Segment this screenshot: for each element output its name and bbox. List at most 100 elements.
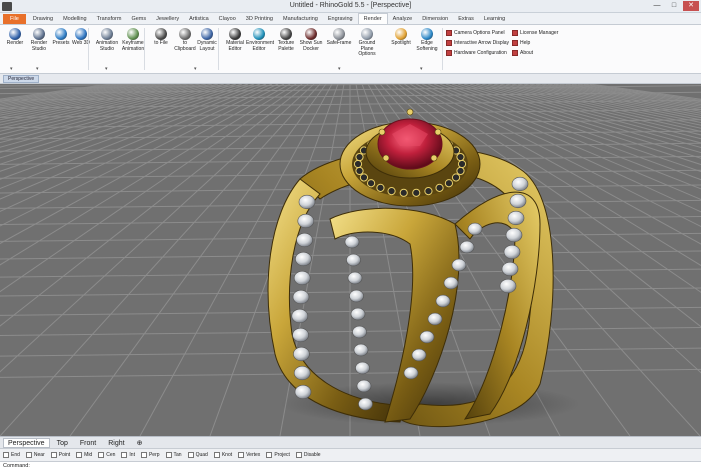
osnap-label: Vertex	[246, 452, 261, 458]
osnap-disable[interactable]: Disable	[295, 452, 321, 458]
halo-bead	[451, 173, 461, 182]
viewport-render	[0, 84, 701, 436]
close-button[interactable]: ✕	[683, 1, 699, 11]
checkbox[interactable]	[3, 452, 9, 458]
texture-palette-button[interactable]: Texture Palette	[273, 28, 299, 52]
tab-extras[interactable]: Extras	[453, 14, 479, 24]
keyframe-animation-button[interactable]: Keyframe Animation	[120, 28, 146, 52]
ribbon-button-label: Ground Plane Options	[358, 40, 376, 58]
view-tab-perspective[interactable]: Perspective	[3, 437, 50, 448]
tab-artistica[interactable]: Artistica	[184, 14, 214, 24]
checkbox[interactable]	[213, 452, 220, 458]
ribbon-group-separator	[442, 28, 443, 70]
osnap-point[interactable]: Point	[50, 452, 70, 458]
osnap-end[interactable]: End	[3, 452, 20, 458]
environment-editor-button[interactable]: Environment Editor	[246, 28, 274, 52]
ribbon-button-label: Web 3D	[72, 40, 90, 46]
ribbon-group-expand-icon[interactable]: ▾	[36, 66, 39, 72]
osnap-int[interactable]: Int	[121, 452, 135, 458]
animation-studio-button[interactable]: Animation Studio	[94, 28, 120, 52]
osnap-near[interactable]: Near	[25, 452, 45, 458]
osnap-project[interactable]: Project	[266, 452, 290, 458]
material-editor-button[interactable]: Material Editor	[222, 28, 248, 52]
about-button[interactable]: About	[512, 48, 558, 58]
command-line[interactable]: Command:	[0, 461, 701, 471]
checkbox[interactable]	[98, 452, 105, 458]
ribbon-button-label: Spotlight	[391, 40, 411, 46]
ribbon-group-expand-icon[interactable]: ▾	[420, 66, 423, 72]
spotlight-button[interactable]: Spotlight	[388, 28, 414, 47]
osnap-mid[interactable]: Mid	[76, 452, 92, 458]
minimize-button[interactable]: —	[649, 1, 665, 11]
command-label: License Manager	[520, 30, 559, 36]
interactive-arrow-display-button[interactable]: Interactive Arrow Display	[446, 38, 509, 48]
safeframe-button[interactable]: SafeFrame	[326, 28, 352, 47]
checkbox[interactable]	[121, 452, 128, 458]
diamond-stone	[291, 308, 309, 324]
tab-gems[interactable]: Gems	[126, 14, 151, 24]
add-view-tab-button[interactable]: ⊕	[132, 438, 148, 448]
tab-3d-printing[interactable]: 3D Printing	[241, 14, 278, 24]
ribbon-group-expand-icon[interactable]: ▾	[105, 66, 108, 72]
osnap-quad[interactable]: Quad	[187, 452, 208, 458]
web-3d-button[interactable]: Web 3D	[68, 28, 94, 47]
checkbox[interactable]	[140, 452, 147, 458]
osnap-label: Tan	[173, 452, 182, 458]
diamond-stone	[356, 379, 372, 393]
perspective-viewport[interactable]	[0, 84, 701, 436]
tab-clayoo[interactable]: Clayoo	[214, 14, 241, 24]
tab-drawing[interactable]: Drawing	[28, 14, 58, 24]
osnap-knot[interactable]: Knot	[213, 452, 232, 458]
tab-learning[interactable]: Learning	[479, 14, 510, 24]
diamond-stone	[511, 176, 529, 192]
ribbon-group-expand-icon[interactable]: ▾	[338, 66, 341, 72]
checkbox[interactable]	[187, 452, 194, 458]
ribbon-group-expand-icon[interactable]: ▾	[10, 66, 13, 72]
halo-bead	[444, 179, 454, 188]
tab-manufacturing[interactable]: Manufacturing	[278, 14, 323, 24]
checkbox[interactable]	[295, 452, 302, 458]
checkbox[interactable]	[76, 452, 83, 458]
viewport-tab-perspective[interactable]: Perspective	[3, 75, 40, 83]
tab-dimension[interactable]: Dimension	[417, 14, 453, 24]
dynamic-layout-button[interactable]: Dynamic Layout	[194, 28, 220, 52]
osnap-tan[interactable]: Tan	[165, 452, 182, 458]
keyframe-icon	[127, 28, 139, 40]
tab-file[interactable]: File	[3, 14, 26, 24]
help-button[interactable]: Help	[512, 38, 558, 48]
animation-studio-icon	[101, 28, 113, 40]
tab-render[interactable]: Render	[357, 13, 388, 24]
hardware-configuration-button[interactable]: Hardware Configuration	[446, 48, 509, 58]
tab-jewellery[interactable]: Jewellery	[151, 14, 184, 24]
osnap-label: Near	[33, 452, 45, 458]
to-file-button[interactable]: to File	[148, 28, 174, 47]
texture-palette-icon	[280, 28, 292, 40]
ground-plane-options-button[interactable]: Ground Plane Options	[354, 28, 380, 58]
view-tab-front[interactable]: Front	[75, 438, 101, 448]
tab-modelling[interactable]: Modelling	[58, 14, 92, 24]
edge-softening-button[interactable]: Edge Softening	[414, 28, 440, 52]
view-tab-right[interactable]: Right	[103, 438, 129, 448]
show-sun-docker-button[interactable]: Show Sun Docker	[298, 28, 324, 52]
render-button[interactable]: Render	[2, 28, 28, 47]
license-manager-button[interactable]: License Manager	[512, 28, 558, 38]
checkbox[interactable]	[266, 452, 273, 458]
checkbox[interactable]	[50, 452, 57, 458]
tab-analyze[interactable]: Analyze	[388, 14, 418, 24]
diamond-stone	[358, 397, 373, 411]
view-tab-top[interactable]: Top	[52, 438, 73, 448]
checkbox[interactable]	[165, 452, 172, 458]
camera-options-panel-button[interactable]: Camera Options Panel	[446, 28, 509, 38]
ribbon-group-expand-icon[interactable]: ▾	[194, 66, 197, 72]
checkbox[interactable]	[238, 452, 245, 458]
osnap-cen[interactable]: Cen	[98, 452, 115, 458]
tab-transform[interactable]: Transform	[92, 14, 127, 24]
checkbox[interactable]	[25, 452, 32, 458]
tab-engraving[interactable]: Engraving	[323, 14, 358, 24]
diamond-stone	[451, 258, 467, 272]
command-icon	[446, 50, 452, 56]
safeframe-icon	[333, 28, 345, 40]
osnap-perp[interactable]: Perp	[140, 452, 160, 458]
maximize-button[interactable]: □	[666, 1, 682, 11]
osnap-vertex[interactable]: Vertex	[238, 452, 260, 458]
